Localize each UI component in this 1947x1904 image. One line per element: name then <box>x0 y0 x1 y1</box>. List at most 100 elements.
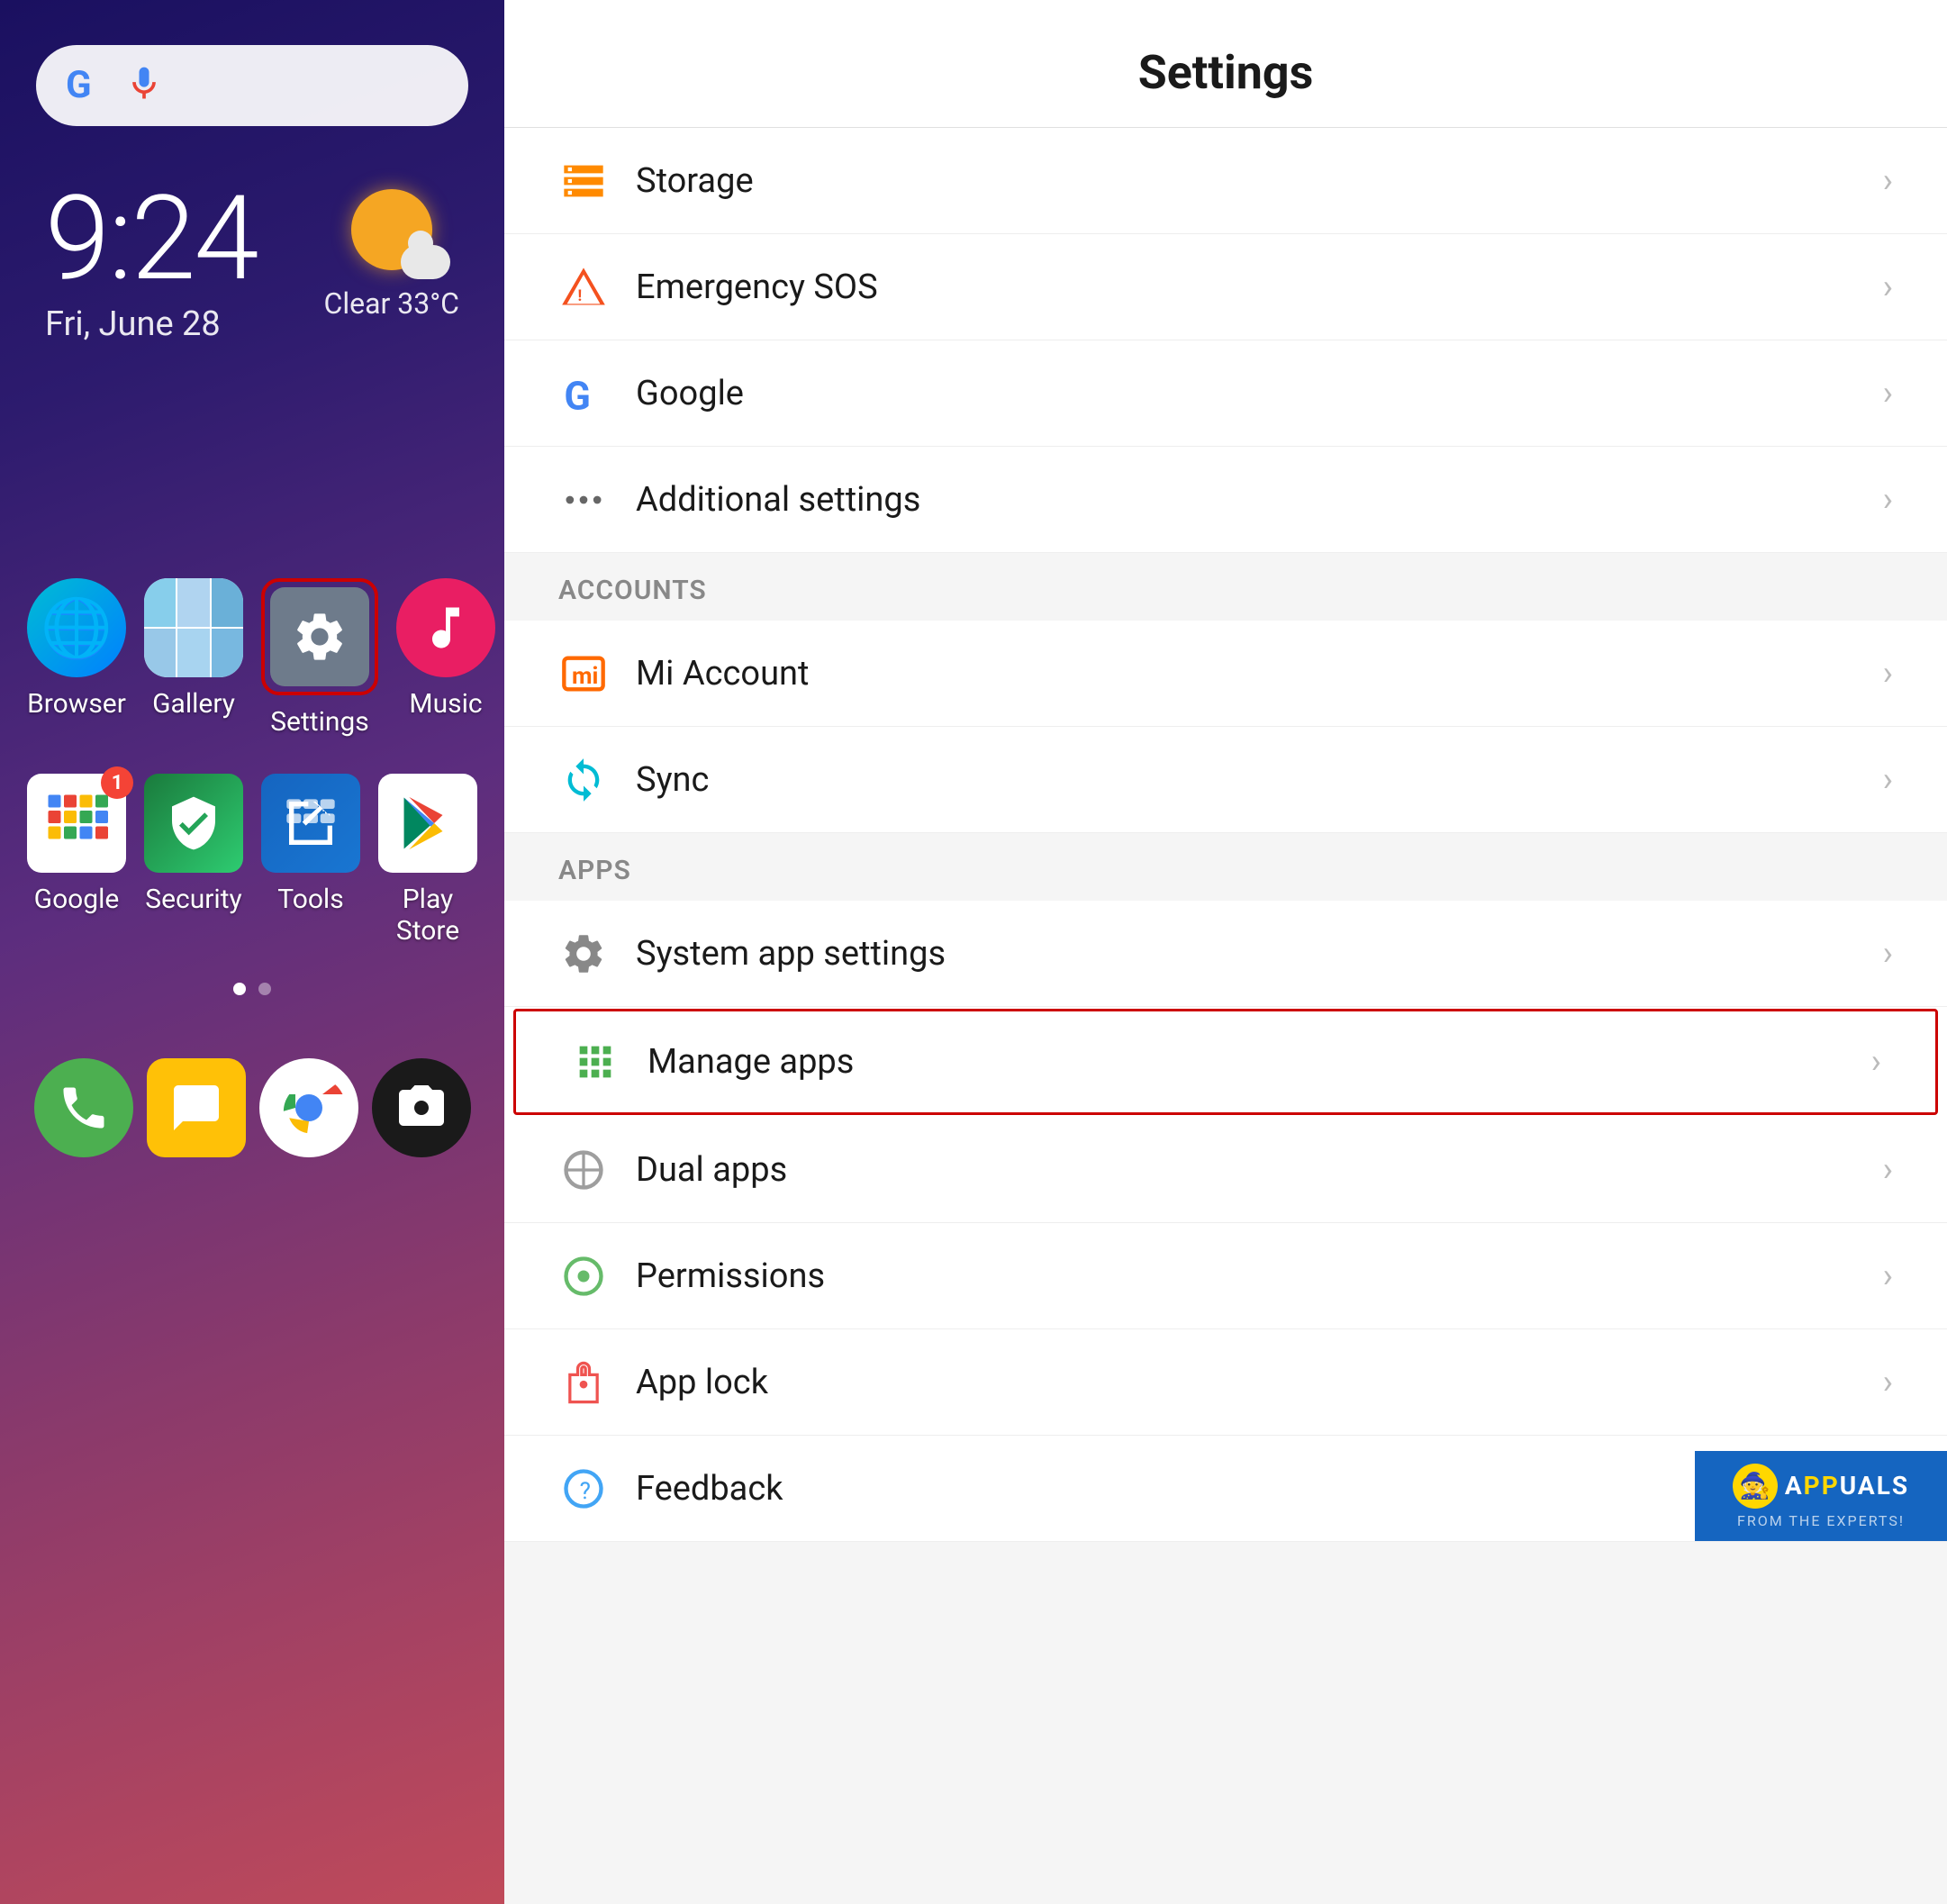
settings-item-storage[interactable]: Storage › <box>504 128 1947 234</box>
manage-apps-icon <box>570 1037 620 1087</box>
chrome-icon <box>259 1058 358 1157</box>
app-grid-row2: 1 Google <box>0 774 504 947</box>
app-item-settings[interactable]: Settings <box>261 578 378 738</box>
notification-badge: 1 <box>101 766 133 799</box>
weather-text: Clear 33°C <box>323 286 459 321</box>
app-item-security[interactable]: Security <box>144 774 243 947</box>
settings-icon <box>270 587 369 686</box>
page-indicator <box>0 983 504 995</box>
settings-item-emergency[interactable]: ! Emergency SOS › <box>504 234 1947 340</box>
app-lock-icon <box>558 1357 609 1408</box>
sync-icon <box>558 755 609 805</box>
feedback-label: Feedback <box>636 1469 1856 1509</box>
google-settings-icon: G <box>558 368 609 419</box>
mi-account-label: Mi Account <box>636 654 1856 694</box>
time-weather-widget: 9:24 Fri, June 28 Clear 33°C <box>0 126 504 344</box>
app-item-gallery[interactable]: Gallery <box>144 578 243 738</box>
dual-apps-chevron: › <box>1883 1150 1893 1190</box>
google-settings-label: Google <box>636 374 1856 413</box>
app-lock-label: App lock <box>636 1363 1856 1402</box>
playstore-label: Play Store <box>378 884 477 947</box>
app-item-playstore[interactable]: Play Store <box>378 774 477 947</box>
manage-apps-label: Manage apps <box>647 1042 1844 1082</box>
system-apps-label: System app settings <box>636 934 1856 974</box>
browser-icon <box>27 578 126 677</box>
settings-item-additional[interactable]: Additional settings › <box>504 447 1947 553</box>
clock-display: 9:24 <box>45 180 258 297</box>
permissions-chevron: › <box>1883 1256 1893 1296</box>
dot-inactive <box>258 983 271 995</box>
additional-settings-label: Additional settings <box>636 480 1856 520</box>
google-label: Google <box>34 884 120 915</box>
additional-settings-icon <box>558 475 609 525</box>
settings-item-app-lock[interactable]: App lock › <box>504 1329 1947 1436</box>
date-display: Fri, June 28 <box>45 304 258 344</box>
tools-label: Tools <box>277 884 343 915</box>
app-item-google[interactable]: 1 Google <box>27 774 126 947</box>
app-item-browser[interactable]: Browser <box>27 578 126 738</box>
svg-text:G: G <box>564 373 591 417</box>
settings-label: Settings <box>270 706 369 738</box>
settings-item-feedback[interactable]: ? Feedback › 🧙 APPUALS FROM THE EXPERTS! <box>504 1436 1947 1542</box>
settings-panel: Settings Storage › ! Emergency SOS › <box>504 0 1947 1904</box>
feedback-icon: ? <box>558 1464 609 1514</box>
settings-item-dual-apps[interactable]: Dual apps › <box>504 1117 1947 1223</box>
google-chevron: › <box>1883 374 1893 413</box>
settings-title: Settings <box>558 45 1893 100</box>
gallery-label: Gallery <box>152 688 235 720</box>
google-logo-icon: G <box>61 61 110 110</box>
app-item-music[interactable]: Music <box>396 578 495 738</box>
settings-item-manage-apps[interactable]: Manage apps › <box>513 1009 1938 1115</box>
manage-apps-chevron: › <box>1871 1042 1881 1082</box>
tools-icon <box>261 774 360 873</box>
emergency-chevron: › <box>1883 267 1893 307</box>
watermark: 🧙 APPUALS FROM THE EXPERTS! <box>1695 1451 1947 1541</box>
emergency-sos-icon: ! <box>558 262 609 313</box>
phone-icon <box>34 1058 133 1157</box>
settings-item-google[interactable]: G Google › <box>504 340 1947 447</box>
settings-item-mi-account[interactable]: mi Mi Account › <box>504 621 1947 727</box>
gallery-icon <box>144 578 243 677</box>
status-bar <box>0 0 504 18</box>
dock-item-messages[interactable] <box>147 1058 246 1157</box>
storage-label: Storage <box>636 161 1856 201</box>
settings-item-system-apps[interactable]: System app settings › <box>504 901 1947 1007</box>
dot-active <box>233 983 246 995</box>
search-bar[interactable]: G <box>36 45 468 126</box>
dual-apps-label: Dual apps <box>636 1150 1856 1190</box>
bottom-dock <box>0 1031 504 1184</box>
settings-header: Settings <box>504 0 1947 128</box>
google-apps-icon: 1 <box>27 774 126 873</box>
playstore-icon <box>378 774 477 873</box>
music-icon <box>396 578 495 677</box>
settings-item-permissions[interactable]: Permissions › <box>504 1223 1947 1329</box>
camera-icon <box>372 1058 471 1157</box>
settings-list: Storage › ! Emergency SOS › G Google › <box>504 128 1947 1542</box>
apps-section-header: APPS <box>504 833 1947 901</box>
app-item-tools[interactable]: Tools <box>261 774 360 947</box>
app-grid-row1: Browser Gallery Settings <box>0 578 504 738</box>
dual-apps-icon <box>558 1145 609 1195</box>
emergency-sos-label: Emergency SOS <box>636 267 1856 307</box>
dock-item-camera[interactable] <box>372 1058 471 1157</box>
storage-chevron: › <box>1883 161 1893 201</box>
sync-chevron: › <box>1883 760 1893 800</box>
accounts-section-header: ACCOUNTS <box>504 553 1947 621</box>
svg-text:!: ! <box>578 287 583 305</box>
mi-account-icon: mi <box>558 648 609 699</box>
app-lock-chevron: › <box>1883 1363 1893 1402</box>
sync-label: Sync <box>636 760 1856 800</box>
system-apps-chevron: › <box>1883 934 1893 974</box>
svg-text:mi: mi <box>572 662 598 689</box>
settings-item-sync[interactable]: Sync › <box>504 727 1947 833</box>
phone-homescreen: G 9:24 Fri, June 28 Clear 33°C <box>0 0 504 1904</box>
weather-widget: Clear 33°C <box>323 189 459 321</box>
storage-icon <box>558 156 609 206</box>
svg-text:G: G <box>66 63 92 107</box>
dock-item-chrome[interactable] <box>259 1058 358 1157</box>
mic-icon[interactable] <box>124 64 164 107</box>
weather-cloud-icon <box>401 245 450 279</box>
watermark-tagline: FROM THE EXPERTS! <box>1737 1512 1905 1529</box>
dock-item-phone[interactable] <box>34 1058 133 1157</box>
messages-icon <box>147 1058 246 1157</box>
